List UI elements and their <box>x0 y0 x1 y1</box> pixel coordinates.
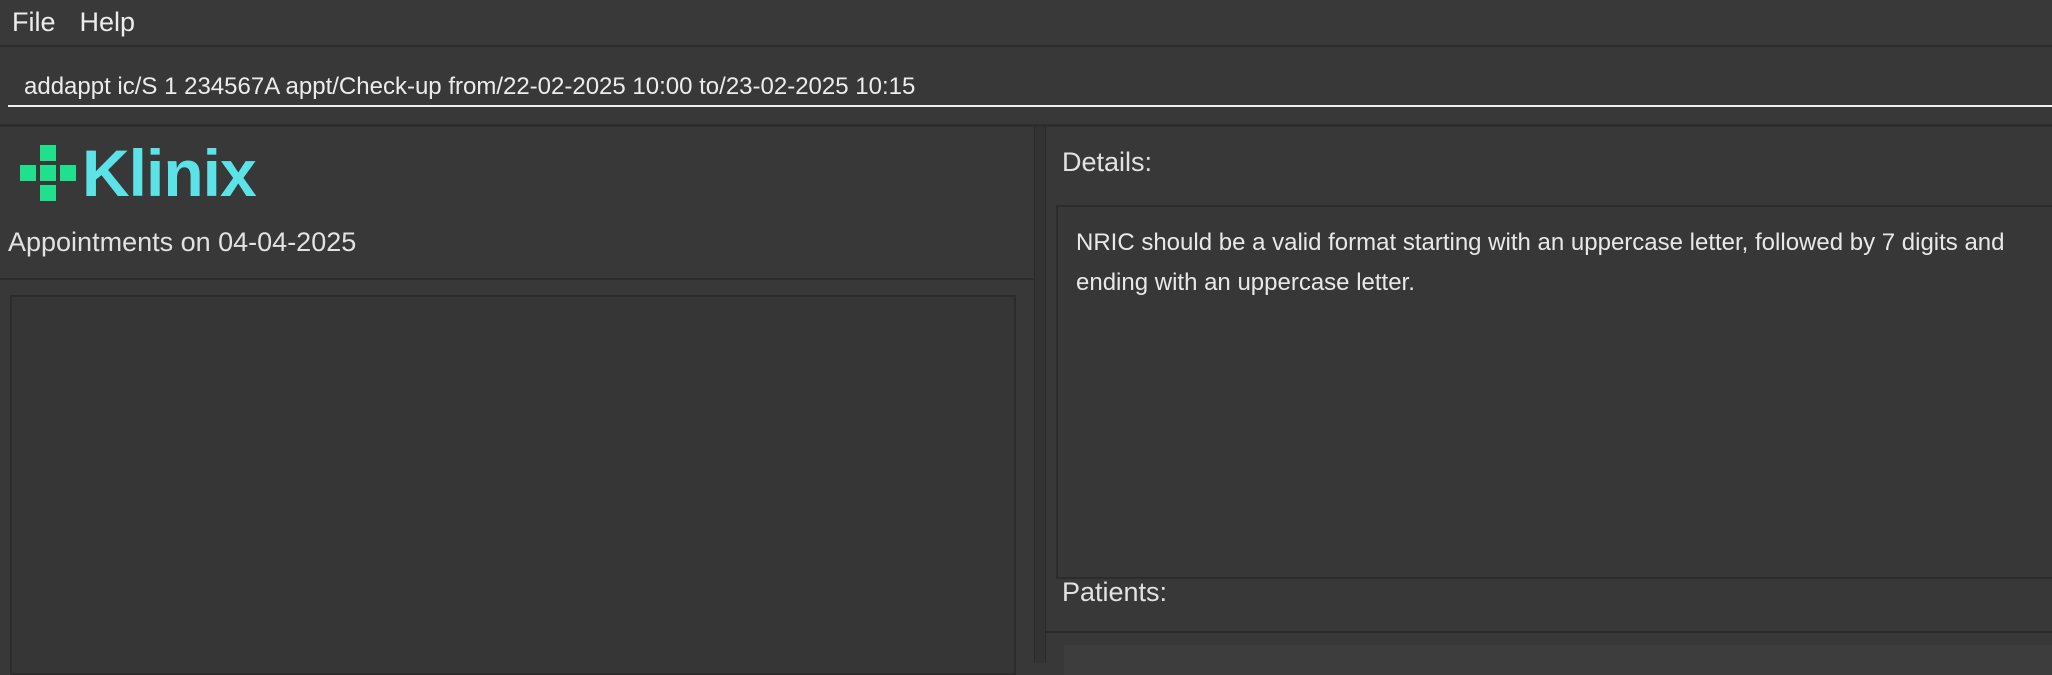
command-input[interactable]: addappt ic/S 1 234567A appt/Check-up fro… <box>8 67 2052 107</box>
patient-list[interactable] <box>1064 645 2052 675</box>
plus-cross-icon <box>20 145 76 201</box>
menu-file[interactable]: File <box>0 0 68 45</box>
right-separator <box>1046 631 2052 633</box>
details-label: Details: <box>1062 147 1153 177</box>
patients-label: Patients: <box>1062 577 1168 607</box>
klinix-logo: Klinix <box>20 136 257 210</box>
menu-help[interactable]: Help <box>68 0 148 45</box>
appointment-list[interactable] <box>10 295 1016 675</box>
left-panel: Klinix Appointments on 04-04-2025 <box>0 127 1034 675</box>
appointments-heading: Appointments on 04-04-2025 <box>8 227 357 257</box>
menu-bar: File Help <box>0 0 2052 47</box>
right-panel: Details: NRIC should be a valid format s… <box>1046 127 2052 675</box>
left-separator <box>0 278 1034 280</box>
logo-text: Klinix <box>82 136 257 210</box>
command-box: addappt ic/S 1 234567A appt/Check-up fro… <box>0 47 2052 123</box>
split-divider[interactable] <box>1034 127 1046 663</box>
details-output: NRIC should be a valid format starting w… <box>1056 205 2052 579</box>
